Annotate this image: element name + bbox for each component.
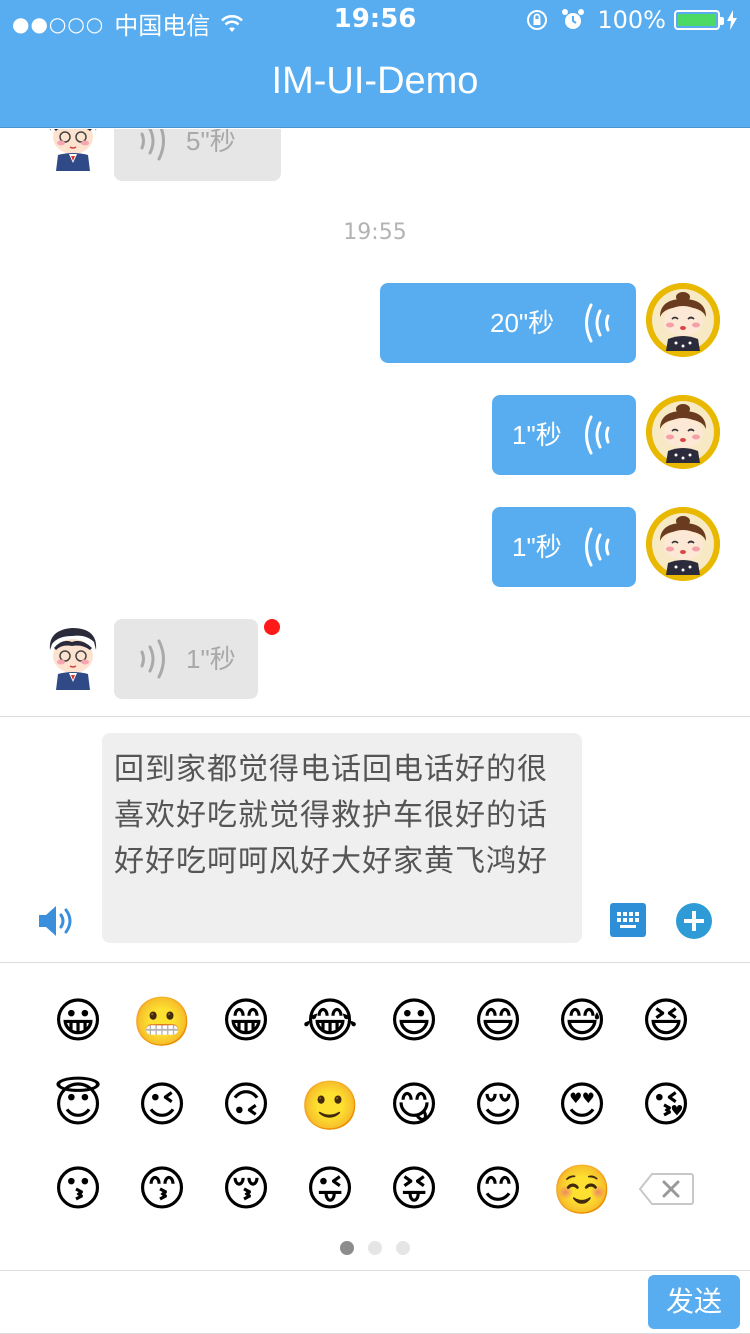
voice-duration: 1"秒 — [512, 532, 562, 562]
emoji-panel: 😀 😬 😁 😂 😃 😄 😅 😆 😇 😉 🙃 🙂 😋 😌 😍 😘 😗 😙 😚 😜 — [0, 962, 750, 1270]
emoji-heart-eyes[interactable]: 😍 — [540, 1063, 624, 1147]
voice-message-bubble[interactable]: 1"秒 — [492, 395, 636, 475]
app-header: ●●○○○ 中国电信 19:56 100% IM-UI-Demo — [0, 0, 750, 128]
emoji-upside-down[interactable]: 🙃 — [204, 1063, 288, 1147]
page-dot[interactable] — [368, 1241, 382, 1255]
keyboard-icon[interactable] — [610, 903, 646, 937]
status-bar: ●●○○○ 中国电信 19:56 100% — [0, 0, 750, 40]
voice-message-bubble[interactable]: 20"秒 — [380, 283, 636, 363]
emoji-laughing[interactable]: 😆 — [624, 979, 708, 1063]
emoji-kissing-closed-eyes[interactable]: 😚 — [204, 1147, 288, 1231]
avatar[interactable] — [36, 129, 110, 175]
alarm-icon — [562, 9, 585, 29]
voice-wave-icon — [585, 303, 610, 343]
unread-indicator — [264, 619, 280, 635]
voice-wave-icon — [140, 129, 165, 161]
avatar[interactable] — [36, 620, 110, 694]
emoji-slight-smile[interactable]: 🙂 — [288, 1063, 372, 1147]
emoji-grinning[interactable]: 😀 — [36, 979, 120, 1063]
input-bar: 回到家都觉得电话回电话好的很喜欢好吃就觉得救护车很好的话好好吃呵呵风好大好家黄飞… — [0, 716, 750, 962]
voice-wave-icon — [585, 527, 610, 567]
add-icon[interactable] — [676, 903, 712, 939]
emoji-smiley[interactable]: 😃 — [372, 979, 456, 1063]
send-button[interactable]: 发送 — [648, 1275, 740, 1329]
emoji-toolbar: 发送 — [0, 1270, 750, 1334]
emoji-page-indicator — [0, 1241, 750, 1255]
emoji-blush[interactable]: 😊 — [456, 1147, 540, 1231]
emoji-kissing-heart[interactable]: 😘 — [624, 1063, 708, 1147]
page-dot[interactable] — [396, 1241, 410, 1255]
voice-duration: 5"秒 — [186, 129, 236, 156]
page-dot-active[interactable] — [340, 1241, 354, 1255]
emoji-wink[interactable]: 😉 — [120, 1063, 204, 1147]
voice-toggle-icon[interactable] — [36, 901, 76, 941]
chat-area[interactable]: 5"秒 19:55 20"秒 1"秒 1"秒 1"秒 — [0, 129, 750, 715]
avatar[interactable] — [646, 395, 720, 469]
emoji-squinting-tongue[interactable]: 😝 — [372, 1147, 456, 1231]
emoji-relaxed[interactable]: ☺️ — [540, 1147, 624, 1231]
voice-wave-icon — [140, 639, 165, 679]
emoji-tears-of-joy[interactable]: 😂 — [288, 979, 372, 1063]
emoji-grid: 😀 😬 😁 😂 😃 😄 😅 😆 😇 😉 🙃 🙂 😋 😌 😍 😘 😗 😙 😚 😜 — [36, 979, 716, 1231]
battery-percent: 100% — [597, 6, 666, 34]
voice-wave-icon — [585, 415, 610, 455]
voice-duration: 20"秒 — [490, 308, 555, 338]
emoji-row: 😇 😉 🙃 🙂 😋 😌 😍 😘 — [36, 1063, 716, 1147]
voice-message-bubble[interactable]: 5"秒 — [114, 129, 281, 181]
battery-icon — [674, 10, 724, 30]
emoji-kissing-smiling[interactable]: 😙 — [120, 1147, 204, 1231]
avatar[interactable] — [646, 283, 720, 357]
voice-duration: 1"秒 — [512, 420, 562, 450]
emoji-yum[interactable]: 😋 — [372, 1063, 456, 1147]
voice-message-bubble[interactable]: 1"秒 — [492, 507, 636, 587]
avatar[interactable] — [646, 507, 720, 581]
emoji-grimacing[interactable]: 😬 — [120, 979, 204, 1063]
emoji-relieved[interactable]: 😌 — [456, 1063, 540, 1147]
backspace-icon[interactable] — [624, 1147, 708, 1231]
message-input[interactable]: 回到家都觉得电话回电话好的很喜欢好吃就觉得救护车很好的话好好吃呵呵风好大好家黄飞… — [102, 733, 582, 943]
emoji-sweat-smile[interactable]: 😅 — [540, 979, 624, 1063]
emoji-halo[interactable]: 😇 — [36, 1063, 120, 1147]
emoji-kissing[interactable]: 😗 — [36, 1147, 120, 1231]
page-title: IM-UI-Demo — [271, 60, 479, 102]
rotation-lock-icon — [527, 10, 548, 30]
message-timestamp: 19:55 — [343, 220, 407, 245]
emoji-smile[interactable]: 😄 — [456, 979, 540, 1063]
status-right: 100% — [525, 6, 738, 34]
voice-message-bubble[interactable]: 1"秒 — [114, 619, 258, 699]
emoji-row: 😀 😬 😁 😂 😃 😄 😅 😆 — [36, 979, 716, 1063]
emoji-winking-tongue[interactable]: 😜 — [288, 1147, 372, 1231]
emoji-row: 😗 😙 😚 😜 😝 😊 ☺️ — [36, 1147, 716, 1231]
charging-icon — [727, 10, 737, 30]
emoji-beaming[interactable]: 😁 — [204, 979, 288, 1063]
voice-duration: 1"秒 — [186, 644, 236, 674]
